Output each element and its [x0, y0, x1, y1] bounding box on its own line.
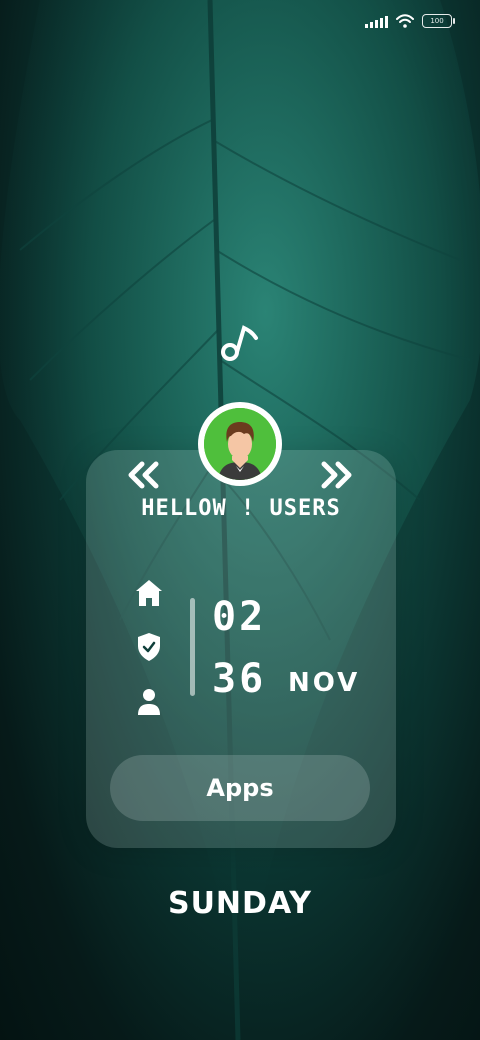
chevrons-left-icon[interactable]: [126, 460, 160, 490]
user-icon[interactable]: [134, 686, 164, 716]
greeting-text: HELLOW ! USERS: [141, 496, 341, 521]
shield-check-icon[interactable]: [134, 632, 164, 662]
battery-level: 100: [430, 17, 444, 25]
avatar[interactable]: [198, 402, 282, 486]
month-text: NOV: [288, 668, 361, 698]
day-text: SUNDAY: [167, 886, 313, 921]
chevrons-right-icon[interactable]: [320, 460, 354, 490]
wifi-icon: [396, 14, 414, 28]
avatar-image: [204, 408, 276, 480]
time-divider: [190, 598, 195, 696]
battery-icon: 100: [422, 14, 455, 28]
music-note-icon: [221, 325, 258, 361]
hour-text: 02: [212, 594, 267, 640]
signal-icon: [365, 14, 388, 28]
minute-text: 36: [212, 656, 267, 702]
status-bar: 100: [365, 14, 455, 28]
home-icon[interactable]: [134, 578, 164, 608]
apps-button[interactable]: Apps: [110, 755, 370, 821]
